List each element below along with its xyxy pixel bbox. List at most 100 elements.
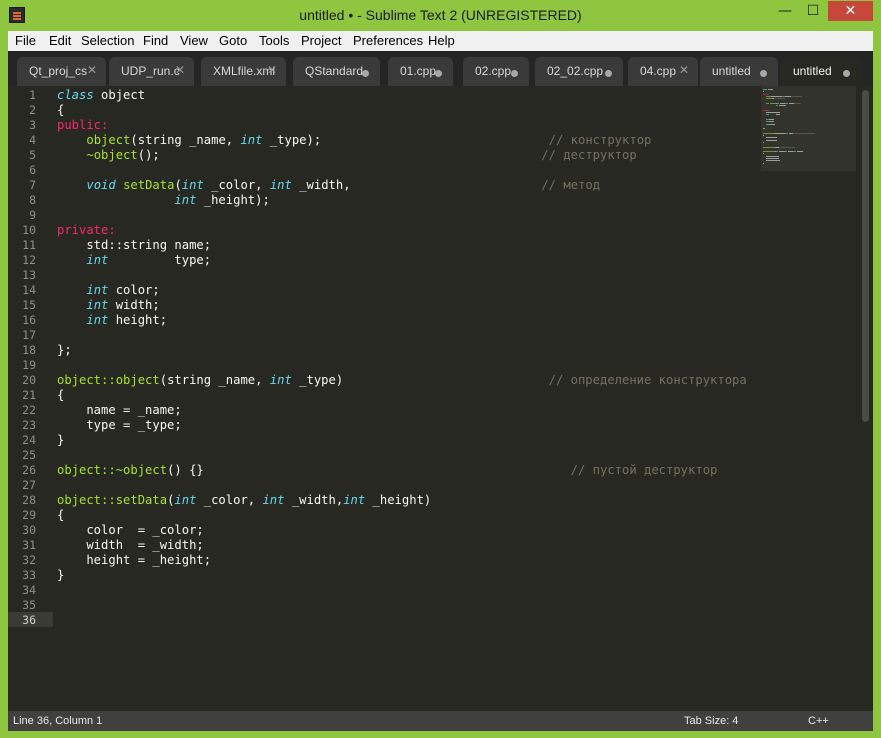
code-line[interactable]: name = _name;	[57, 403, 181, 417]
code-line[interactable]: };	[57, 343, 72, 357]
minimap-line	[793, 132, 815, 134]
code-line[interactable]: object::setData(int _color, int _width,i…	[57, 493, 431, 507]
tab-6[interactable]: 02.cpp	[463, 57, 529, 86]
vertical-scrollbar[interactable]	[860, 86, 873, 711]
code-line[interactable]: int _height);	[57, 193, 269, 207]
line-number: 16	[22, 313, 36, 327]
minimap-line	[763, 128, 765, 130]
menu-file[interactable]: File	[15, 33, 36, 48]
tab-8[interactable]: 04.cpp ✕	[628, 57, 698, 86]
code-token: {	[57, 508, 65, 522]
minimap-line	[775, 105, 779, 107]
unsaved-dot-icon[interactable]	[843, 70, 850, 77]
code-line[interactable]: int height;	[57, 313, 167, 327]
unsaved-dot-icon[interactable]	[435, 70, 442, 77]
minimap-line	[779, 105, 787, 107]
code-token: width;	[108, 298, 160, 312]
code-line[interactable]: int width;	[57, 298, 160, 312]
menu-preferences[interactable]: Preferences	[353, 33, 423, 48]
minimap-line	[766, 123, 769, 125]
code-line[interactable]: {	[57, 508, 64, 522]
tab-2[interactable]: UDP_run.c ✕	[109, 57, 194, 86]
line-number: 35	[22, 598, 36, 612]
code-line[interactable]: void setData(int _color, int _width, // …	[57, 178, 600, 192]
code-line[interactable]: type = _type;	[57, 418, 181, 432]
minimap-line	[796, 151, 803, 153]
minimap-line	[769, 121, 775, 123]
tab-10[interactable]: untitled	[781, 57, 861, 86]
tab-7[interactable]: 02_02.cpp	[535, 57, 623, 86]
menu-project[interactable]: Project	[301, 33, 341, 48]
line-number: 22	[22, 403, 36, 417]
code-line[interactable]: object(string _name, int _type); // конс…	[57, 133, 651, 147]
code-token: _color,	[196, 493, 263, 507]
menu-selection[interactable]: Selection	[81, 33, 134, 48]
close-button[interactable]: ✕	[828, 1, 873, 21]
tab-close-icon[interactable]: ✕	[87, 63, 97, 77]
tab-9[interactable]: untitled	[700, 57, 778, 86]
code-line[interactable]: ~object(); // деструктор	[57, 148, 636, 162]
line-number: 12	[22, 253, 36, 267]
menu-find[interactable]: Find	[143, 33, 168, 48]
tab-close-icon[interactable]: ✕	[267, 63, 277, 77]
menu-edit[interactable]: Edit	[49, 33, 71, 48]
tab-3[interactable]: XMLfile.xml ✕	[201, 57, 286, 86]
code-line[interactable]: class object	[57, 88, 145, 102]
minimap-line	[785, 102, 788, 104]
menu-goto[interactable]: Goto	[219, 33, 247, 48]
code-line[interactable]: std::string name;	[57, 238, 211, 252]
code-token: object::setData	[57, 493, 168, 507]
code-token: }	[57, 568, 65, 582]
menu-view[interactable]: View	[180, 33, 208, 48]
code-line[interactable]: }	[57, 433, 64, 447]
minimap-line	[776, 102, 779, 104]
minimap-line	[785, 132, 788, 134]
tab-1[interactable]: Qt_proj_cs ✕	[17, 57, 106, 86]
code-line[interactable]: public:	[57, 118, 108, 132]
line-number: 19	[22, 358, 36, 372]
tab-5[interactable]: 01.cpp	[388, 57, 453, 86]
tab-close-icon[interactable]: ✕	[679, 63, 689, 77]
tab-4[interactable]: QStandard	[293, 57, 380, 86]
menu-help[interactable]: Help	[428, 33, 455, 48]
code-line[interactable]: height = _height;	[57, 553, 211, 567]
code-token: int	[86, 283, 109, 297]
code-token: class	[57, 88, 94, 102]
syntax-selector[interactable]: C++	[808, 715, 829, 727]
minimize-button[interactable]: —	[772, 1, 798, 21]
code-line[interactable]: width = _width;	[57, 538, 203, 552]
tab-close-icon[interactable]: ✕	[175, 63, 185, 77]
menu-tools[interactable]: Tools	[259, 33, 289, 48]
maximize-button[interactable]: ☐	[800, 1, 826, 21]
code-line[interactable]: int type;	[57, 253, 211, 267]
code-line[interactable]: int color;	[57, 283, 159, 297]
code-token: height = _height;	[57, 553, 212, 567]
tab-size-selector[interactable]: Tab Size: 4	[684, 715, 738, 727]
code-token: int	[240, 133, 263, 147]
unsaved-dot-icon[interactable]	[605, 70, 612, 77]
code-line[interactable]: object::object(string _name, int _type) …	[57, 373, 747, 387]
code-token: _width,	[284, 493, 344, 507]
code-token: height;	[108, 313, 168, 327]
unsaved-dot-icon[interactable]	[760, 70, 767, 77]
editor-pane[interactable]: 1 2 3 4 5 6 7 8 9 10 11 12 13 14 15 16 17 18 19 20 21 22 23 24 2…	[8, 86, 873, 711]
unsaved-dot-icon[interactable]	[511, 70, 518, 77]
status-bar: Line 36, Column 1 Tab Size: 4 C++	[8, 711, 873, 731]
code-line[interactable]: object::~object() {} // пустой деструкто…	[57, 463, 717, 477]
code-line[interactable]: }	[57, 568, 64, 582]
code-token: int	[174, 493, 197, 507]
code-line[interactable]: private:	[57, 223, 116, 237]
code-token: // метод	[541, 178, 601, 192]
unsaved-dot-icon[interactable]	[362, 70, 369, 77]
tab-label: 01.cpp	[400, 64, 437, 78]
code-line[interactable]: color = _color;	[57, 523, 203, 537]
code-token: object::object	[57, 373, 160, 387]
minimap-line	[763, 153, 764, 155]
code-line[interactable]: {	[57, 388, 64, 402]
code-line[interactable]: {	[57, 103, 64, 117]
minimap[interactable]	[761, 86, 856, 171]
scrollbar-thumb[interactable]	[862, 90, 869, 422]
